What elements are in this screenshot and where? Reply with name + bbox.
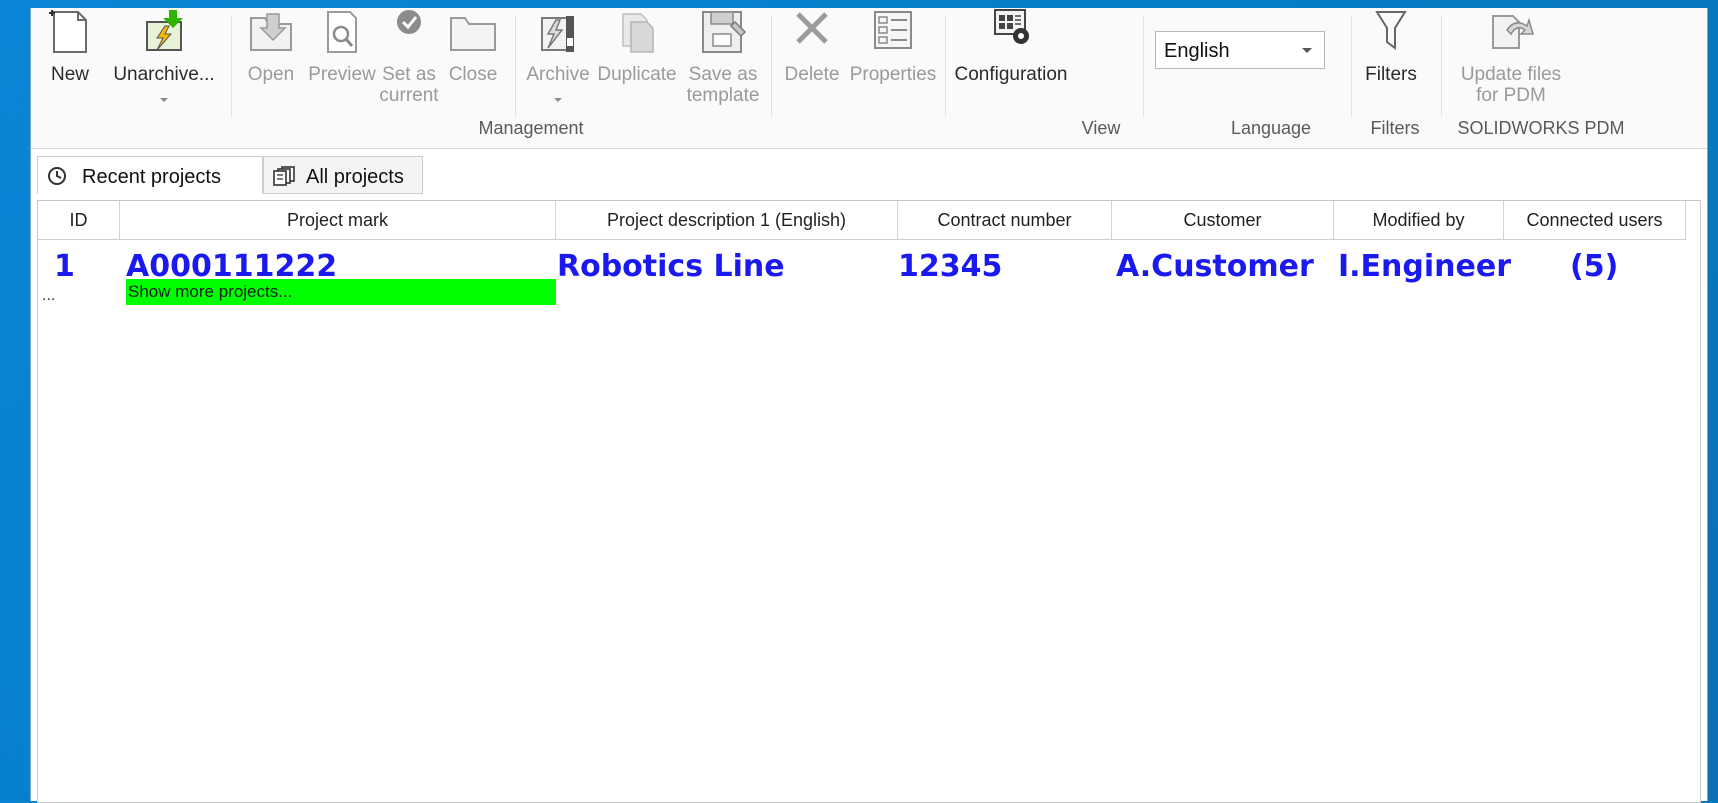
open-folder-icon	[250, 13, 292, 51]
more-rows-marker: ...	[42, 287, 56, 304]
group-label-solidworks-pdm: SOLIDWORKS PDM	[1457, 118, 1625, 138]
column-header-customer[interactable]: Customer	[1112, 201, 1334, 239]
close-label: Close	[448, 64, 498, 85]
filters-button[interactable]: Filters	[1361, 8, 1421, 114]
preview-button[interactable]: Preview	[308, 8, 376, 114]
filters-label: Filters	[1365, 64, 1417, 85]
table-header: ID Project mark Project description 1 (E…	[38, 201, 1698, 240]
column-header-contract-number[interactable]: Contract number	[898, 201, 1112, 239]
preview-magnifier-icon	[327, 11, 357, 53]
cell-id: 1	[54, 249, 75, 284]
column-header-modified-by[interactable]: Modified by	[1334, 201, 1504, 239]
column-header-project-mark[interactable]: Project mark	[120, 201, 556, 239]
cell-description: Robotics Line	[557, 249, 785, 284]
column-header-description[interactable]: Project description 1 (English)	[556, 201, 898, 239]
unarchive-label: Unarchive...	[113, 64, 215, 85]
new-document-icon	[49, 10, 87, 53]
group-label-view: View	[1081, 118, 1121, 138]
unarchive-dropdown-caret[interactable]	[160, 98, 168, 102]
group-label-filters: Filters	[1370, 118, 1420, 138]
save-as-template-button[interactable]: Save as template	[685, 8, 761, 114]
archive-dropdown-caret[interactable]	[554, 98, 562, 102]
close-button[interactable]: Close	[441, 8, 505, 114]
new-label: New	[50, 64, 89, 85]
archive-button[interactable]: Archive	[523, 8, 593, 114]
configuration-gear-icon	[994, 9, 1029, 44]
unarchive-button[interactable]: Unarchive...	[113, 8, 215, 114]
language-select[interactable]: English	[1155, 31, 1325, 69]
tab-recent-projects-label: Recent projects	[82, 166, 221, 188]
cell-modified-by: I.Engineer	[1338, 249, 1512, 284]
tab-all-projects-label: All projects	[306, 166, 404, 188]
column-header-id[interactable]: ID	[38, 201, 120, 239]
new-button[interactable]: New	[41, 8, 99, 114]
tab-all-projects[interactable]: All projects	[263, 156, 423, 194]
open-button[interactable]: Open	[241, 8, 301, 114]
chevron-down-icon[interactable]	[1302, 48, 1312, 53]
properties-label: Properties	[849, 64, 937, 85]
show-more-projects-button[interactable]: Show more projects...	[126, 279, 556, 305]
separator	[1143, 16, 1144, 116]
tab-recent-projects[interactable]: Recent projects	[37, 156, 263, 194]
checkmark-icon	[397, 10, 421, 34]
save-as-template-label: Save as template	[686, 64, 760, 106]
configuration-button[interactable]: Configuration	[954, 8, 1068, 114]
language-selected-value: English	[1164, 40, 1230, 62]
properties-button[interactable]: Properties	[849, 8, 937, 114]
separator	[1441, 16, 1442, 116]
save-template-icon	[702, 11, 747, 53]
clock-icon	[48, 167, 66, 185]
delete-x-icon	[796, 12, 828, 44]
cell-connected-users: (5)	[1570, 249, 1619, 284]
update-files-label: Update files for PDM	[1460, 64, 1562, 106]
column-header-connected-users[interactable]: Connected users	[1504, 201, 1686, 239]
duplicate-button[interactable]: Duplicate	[597, 8, 677, 114]
update-files-icon	[1492, 15, 1534, 49]
unarchive-icon	[146, 10, 183, 51]
projects-table: ID Project mark Project description 1 (E…	[37, 200, 1701, 803]
cell-contract-number: 12345	[898, 249, 1003, 284]
archive-zip-icon	[541, 16, 574, 52]
group-label-management: Management	[478, 118, 584, 138]
delete-button[interactable]: Delete	[781, 8, 843, 114]
vertical-scrollbar[interactable]	[1686, 239, 1700, 802]
ribbon-toolbar: New Unarchive... Open Preview Set as cur…	[31, 8, 1707, 149]
filter-funnel-icon	[1375, 11, 1407, 50]
cell-customer: A.Customer	[1116, 249, 1314, 284]
properties-list-icon	[874, 11, 912, 49]
update-files-for-pdm-button[interactable]: Update files for PDM	[1457, 8, 1565, 114]
duplicate-icon	[622, 13, 654, 53]
close-folder-icon	[450, 17, 496, 51]
set-as-current-button[interactable]: Set as current	[379, 8, 439, 114]
configuration-label: Configuration	[954, 64, 1068, 85]
projects-stack-icon	[273, 166, 295, 186]
projects-window: New Unarchive... Open Preview Set as cur…	[30, 8, 1708, 803]
group-label-language: Language	[1230, 118, 1312, 138]
